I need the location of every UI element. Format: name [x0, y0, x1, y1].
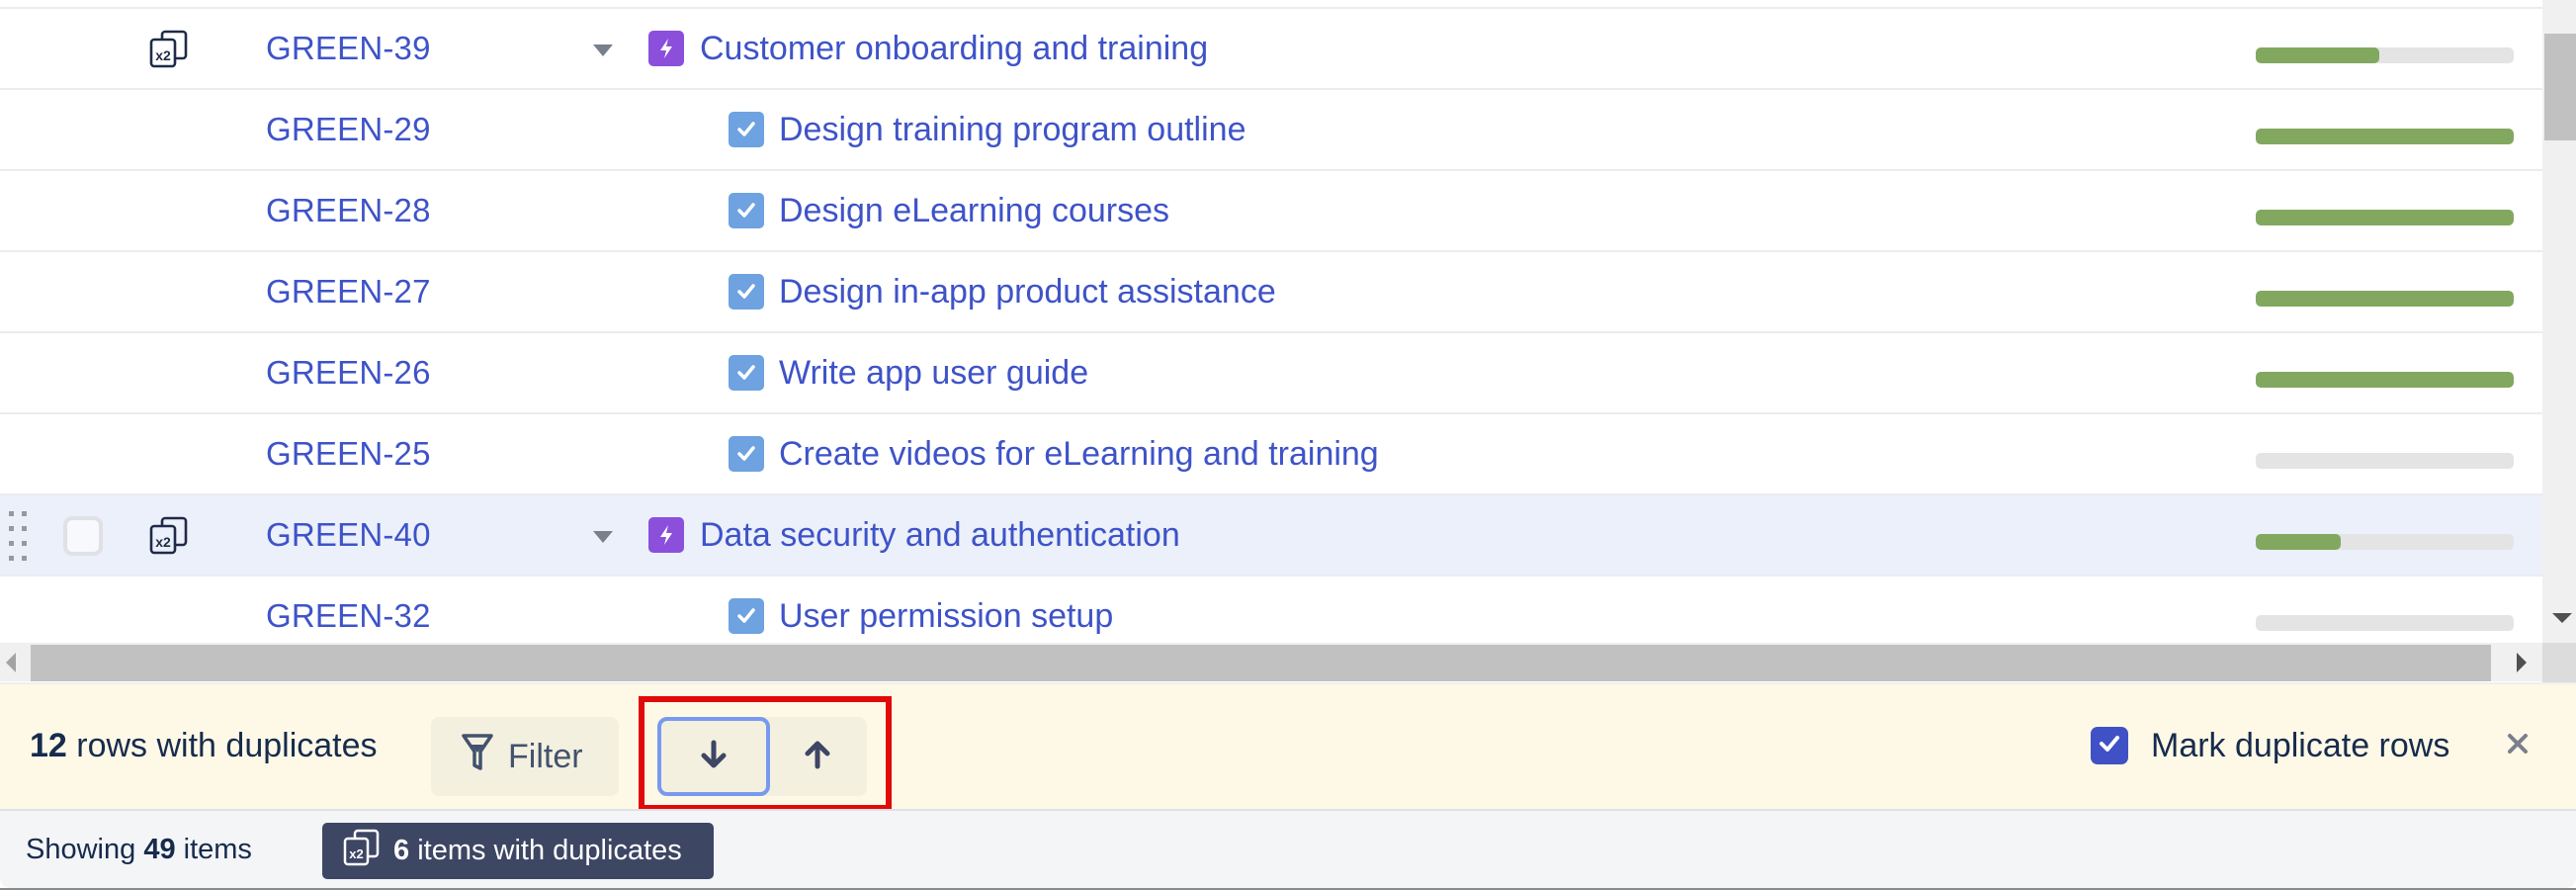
progress-bar — [2256, 453, 2514, 469]
duplicate-icon: x2 — [342, 828, 382, 875]
svg-text:x2: x2 — [155, 534, 171, 550]
next-duplicate-button[interactable] — [657, 717, 770, 796]
progress-bar-fill — [2256, 534, 2342, 550]
horizontal-scrollbar-thumb[interactable] — [31, 645, 2491, 681]
filter-label: Filter — [508, 737, 583, 775]
drag-handle-icon[interactable] — [9, 511, 27, 561]
issue-summary-link[interactable]: Data security and authentication — [700, 495, 1180, 575]
badge-label: 6 items with duplicates — [393, 835, 682, 867]
duplicate-rows-number: 12 — [30, 727, 67, 764]
scroll-right-arrow-icon[interactable] — [2517, 653, 2527, 672]
issue-key-link[interactable]: GREEN-26 — [266, 333, 431, 412]
issue-key-link[interactable]: GREEN-25 — [266, 414, 431, 493]
progress-bar — [2256, 615, 2514, 631]
table-row[interactable]: GREEN-28 Design eLearning courses — [0, 171, 2542, 252]
showing-items-count: Showing 49 items — [26, 811, 252, 888]
progress-bar — [2256, 47, 2514, 63]
row-select-checkbox[interactable] — [63, 516, 103, 556]
task-icon — [729, 598, 764, 634]
table-row[interactable]: GREEN-32 User permission setup — [0, 577, 2542, 643]
mark-duplicate-rows-checkbox[interactable] — [2091, 727, 2128, 764]
table-row[interactable]: GREEN-29 Design training program outline — [0, 90, 2542, 171]
progress-bar — [2256, 534, 2514, 550]
filter-icon — [461, 733, 494, 781]
issue-key-link[interactable]: GREEN-32 — [266, 577, 431, 643]
progress-bar — [2256, 129, 2514, 144]
svg-text:x2: x2 — [349, 846, 363, 861]
issue-summary-link[interactable]: Design training program outline — [779, 90, 1245, 169]
vertical-scrollbar-thumb[interactable] — [2544, 34, 2576, 140]
issue-summary-link[interactable]: Design in-app product assistance — [779, 252, 1276, 331]
svg-text:x2: x2 — [155, 47, 171, 63]
progress-bar-fill — [2256, 372, 2514, 388]
issue-key-link[interactable]: GREEN-39 — [266, 9, 431, 88]
badge-suffix: items with duplicates — [409, 835, 682, 866]
chevron-down-icon[interactable] — [593, 531, 613, 543]
previous-duplicate-button[interactable] — [768, 717, 867, 796]
progress-bar-fill — [2256, 47, 2380, 63]
scroll-down-arrow-icon[interactable] — [2552, 613, 2572, 623]
progress-bar — [2256, 210, 2514, 225]
checkmark-icon — [2098, 732, 2121, 760]
issue-grid: x2 GREEN-39 Customer onboarding and traini… — [0, 0, 2542, 643]
table-row[interactable]: x2 GREEN-39 Customer onboarding and traini… — [0, 9, 2542, 90]
task-icon — [729, 436, 764, 472]
duplicate-rows-label: rows with duplicates — [66, 727, 378, 764]
arrow-down-icon — [698, 739, 730, 775]
epic-icon — [648, 517, 684, 553]
duplicate-navigation-group — [657, 717, 867, 796]
duplicate-icon: x2 — [148, 515, 190, 557]
issue-summary-link[interactable]: Design eLearning courses — [779, 171, 1169, 250]
issue-key-link[interactable]: GREEN-27 — [266, 252, 431, 331]
showing-suffix: items — [175, 834, 252, 865]
mark-duplicate-rows-label[interactable]: Mark duplicate rows — [2151, 684, 2449, 807]
task-icon — [729, 112, 764, 147]
progress-bar-fill — [2256, 129, 2514, 144]
close-duplicates-bar-button[interactable] — [2503, 729, 2533, 762]
progress-bar — [2256, 372, 2514, 388]
task-icon — [729, 193, 764, 228]
duplicate-icon: x2 — [148, 29, 190, 70]
showing-number: 49 — [143, 834, 176, 865]
issue-summary-link[interactable]: Customer onboarding and training — [700, 9, 1208, 88]
scroll-left-arrow-icon[interactable] — [6, 653, 16, 672]
vertical-scrollbar[interactable] — [2542, 0, 2576, 643]
progress-bar-fill — [2256, 291, 2514, 307]
progress-bar — [2256, 291, 2514, 307]
table-row[interactable]: GREEN-27 Design in-app product assistance — [0, 252, 2542, 333]
epic-icon — [648, 31, 684, 66]
task-icon — [729, 355, 764, 391]
table-row[interactable]: GREEN-26 Write app user guide — [0, 333, 2542, 414]
table-row[interactable]: x2 GREEN-40 Data security and authenticati… — [0, 495, 2542, 577]
duplicates-bar: 12 rows with duplicates Filter Mark dupl… — [0, 682, 2576, 811]
badge-count: 6 — [393, 835, 410, 866]
progress-bar-fill — [2256, 210, 2514, 225]
items-with-duplicates-badge[interactable]: x2 6 items with duplicates — [322, 823, 714, 879]
issue-key-link[interactable]: GREEN-40 — [266, 495, 431, 575]
duplicate-rows-count: 12 rows with duplicates — [30, 684, 378, 807]
scrollbar-corner — [2542, 643, 2576, 684]
issue-summary-link[interactable]: Write app user guide — [779, 333, 1088, 412]
task-icon — [729, 274, 764, 310]
issue-summary-link[interactable]: Create videos for eLearning and training — [779, 414, 1379, 493]
arrow-up-icon — [802, 739, 833, 775]
status-footer: Showing 49 items x2 6 items with duplica… — [0, 809, 2576, 888]
chevron-down-icon[interactable] — [593, 44, 613, 56]
issue-summary-link[interactable]: User permission setup — [779, 577, 1113, 643]
showing-prefix: Showing — [26, 834, 144, 865]
table-row[interactable]: GREEN-25 Create videos for eLearning and … — [0, 414, 2542, 495]
horizontal-scrollbar[interactable] — [0, 643, 2542, 681]
issue-key-link[interactable]: GREEN-29 — [266, 90, 431, 169]
issue-key-link[interactable]: GREEN-28 — [266, 171, 431, 250]
filter-button[interactable]: Filter — [431, 717, 619, 796]
close-icon — [2507, 733, 2529, 759]
